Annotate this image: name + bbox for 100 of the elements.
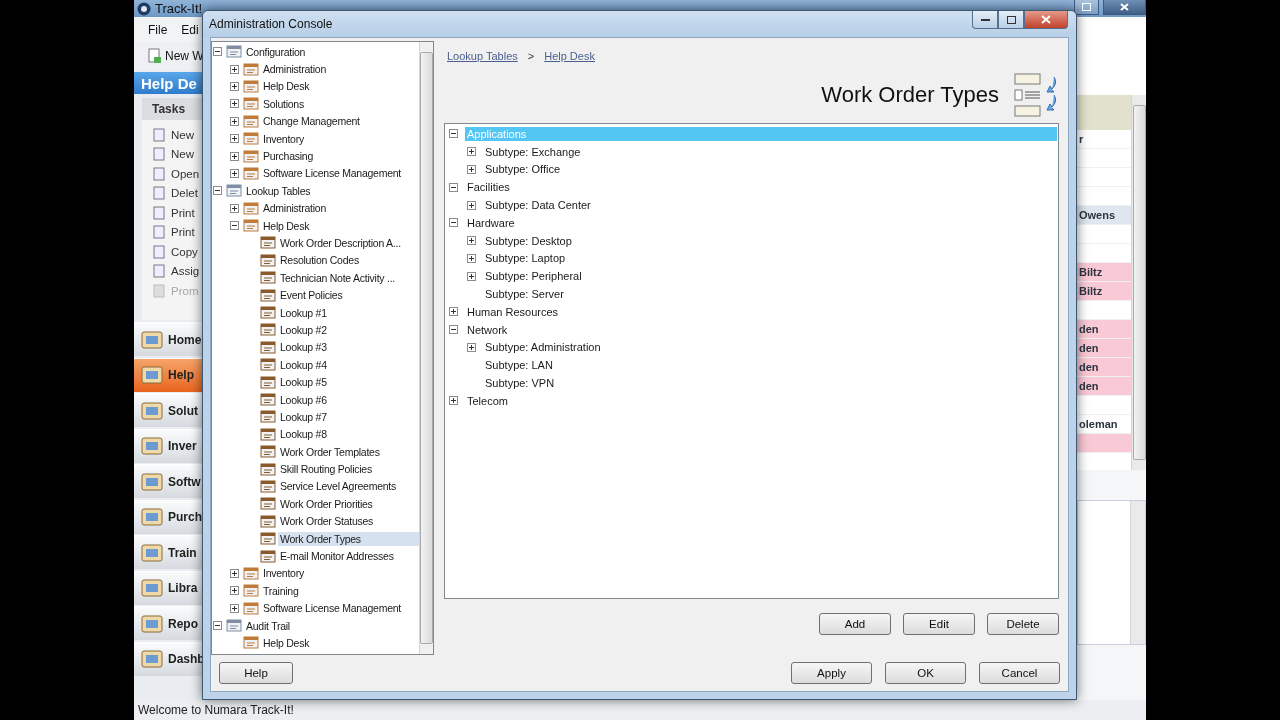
expand-icon[interactable] bbox=[467, 271, 476, 281]
tree-item[interactable]: Subtype: Exchange bbox=[483, 144, 583, 159]
table-row[interactable]: den bbox=[1077, 377, 1131, 396]
module-button[interactable]: Libra bbox=[134, 570, 202, 605]
tree-item[interactable]: Technician Note Activity ... bbox=[278, 270, 397, 285]
module-button[interactable]: Solut bbox=[134, 393, 202, 427]
menu-item[interactable]: Edi bbox=[181, 22, 199, 37]
expand-icon[interactable] bbox=[467, 147, 476, 157]
tree-item[interactable]: Lookup #1 bbox=[278, 305, 329, 320]
scrollbar[interactable] bbox=[1130, 501, 1145, 644]
help-button[interactable]: Help bbox=[219, 662, 293, 684]
tree-item[interactable]: Work Order Statuses bbox=[278, 514, 376, 529]
expand-icon[interactable] bbox=[467, 165, 476, 174]
expand-icon[interactable] bbox=[467, 236, 476, 246]
tree-item[interactable]: Subtype: Office bbox=[483, 162, 562, 177]
module-button[interactable]: Repo bbox=[134, 606, 202, 640]
minimize-button[interactable] bbox=[972, 11, 998, 29]
module-button[interactable]: Purch bbox=[134, 499, 202, 534]
tree-item[interactable]: Administration bbox=[261, 62, 329, 77]
tree-item[interactable]: Hardware bbox=[465, 215, 517, 230]
tree-item[interactable]: Training bbox=[261, 583, 301, 598]
task-link[interactable]: Print bbox=[171, 226, 195, 239]
close-button[interactable] bbox=[1024, 11, 1068, 29]
action-button[interactable]: Delete bbox=[987, 613, 1059, 635]
tree-item[interactable]: E-mail Monitor Addresses bbox=[278, 549, 396, 563]
table-row[interactable]: Biltz bbox=[1077, 282, 1131, 301]
expand-icon[interactable] bbox=[230, 81, 239, 91]
tree-item[interactable]: Network bbox=[465, 322, 510, 337]
task-link[interactable]: New bbox=[171, 148, 194, 161]
tree-item[interactable]: Work Order Description A... bbox=[278, 236, 403, 250]
dialog-button[interactable]: Apply bbox=[791, 662, 872, 684]
tree-item[interactable]: Purchasing bbox=[261, 149, 316, 164]
tree-item[interactable]: Lookup #2 bbox=[278, 322, 329, 337]
tree-item[interactable]: Help Desk bbox=[261, 79, 312, 94]
tree-item[interactable]: Administration bbox=[261, 201, 329, 216]
tree-item[interactable]: Help Desk bbox=[261, 218, 312, 233]
tree-item[interactable]: Software License Management bbox=[261, 166, 403, 181]
tree-item[interactable]: Human Resources bbox=[465, 304, 561, 319]
table-row[interactable]: Biltz bbox=[1077, 263, 1131, 282]
breadcrumb-link[interactable]: Help Desk bbox=[544, 50, 595, 62]
expand-icon[interactable] bbox=[449, 307, 458, 317]
dialog-button[interactable]: OK bbox=[885, 662, 966, 684]
task-link[interactable]: Copy bbox=[171, 245, 198, 258]
tree-item[interactable]: Inventory bbox=[261, 566, 306, 581]
scrollbar[interactable] bbox=[419, 42, 433, 654]
expand-icon[interactable] bbox=[230, 99, 239, 109]
close-button[interactable] bbox=[1103, 0, 1146, 15]
expand-icon[interactable] bbox=[467, 342, 476, 352]
tree-item[interactable]: Skill Routing Policies bbox=[278, 462, 374, 477]
tree-item[interactable]: Software License Management bbox=[261, 601, 403, 616]
tree-item[interactable]: Resolution Codes bbox=[278, 253, 361, 268]
tree-item[interactable]: Change Management bbox=[261, 114, 362, 129]
tree-item[interactable]: Subtype: Laptop bbox=[483, 251, 568, 266]
task-link[interactable]: Print bbox=[171, 206, 195, 219]
table-row[interactable]: Owens bbox=[1077, 206, 1131, 225]
expand-icon[interactable] bbox=[230, 116, 239, 126]
task-link[interactable]: Assig bbox=[171, 265, 200, 278]
module-button[interactable]: Train bbox=[134, 535, 202, 569]
expand-icon[interactable] bbox=[230, 151, 239, 161]
task-link[interactable]: New bbox=[171, 128, 194, 141]
scrollbar[interactable] bbox=[1131, 95, 1146, 470]
tree-item[interactable]: Lookup #8 bbox=[278, 427, 329, 442]
expand-icon[interactable] bbox=[230, 586, 239, 596]
tree-item[interactable]: Subtype: Peripheral bbox=[483, 269, 584, 284]
module-button[interactable]: Home bbox=[134, 322, 202, 356]
tree-item[interactable]: Subtype: VPN bbox=[483, 376, 557, 391]
tree-item[interactable]: Lookup #5 bbox=[278, 375, 329, 390]
expand-icon[interactable] bbox=[467, 253, 476, 263]
tree-item[interactable]: Subtype: LAN bbox=[483, 358, 555, 373]
collapse-icon[interactable] bbox=[213, 621, 222, 631]
expand-icon[interactable] bbox=[230, 568, 239, 578]
dialog-button[interactable]: Cancel bbox=[979, 662, 1060, 684]
task-link[interactable]: Open bbox=[171, 167, 200, 180]
expand-icon[interactable] bbox=[230, 603, 239, 613]
tree-item[interactable]: Audit Trail bbox=[244, 618, 292, 633]
expand-icon[interactable] bbox=[230, 134, 239, 144]
tree-item[interactable]: Work Order Templates bbox=[278, 444, 382, 459]
collapse-icon[interactable] bbox=[449, 325, 458, 335]
tree-item[interactable]: Work Order Priorities bbox=[278, 496, 375, 511]
expand-icon[interactable] bbox=[230, 64, 239, 74]
tree-item[interactable]: Lookup #6 bbox=[278, 392, 329, 407]
tree-item[interactable]: Facilities bbox=[465, 180, 512, 195]
tree-item[interactable]: Subtype: Administration bbox=[483, 340, 603, 355]
tree-item[interactable]: Lookup #4 bbox=[278, 357, 329, 372]
tree-item[interactable]: Telecom bbox=[465, 393, 510, 408]
tree-item[interactable]: Configuration bbox=[244, 44, 308, 59]
table-row[interactable]: den bbox=[1077, 358, 1131, 377]
collapse-icon[interactable] bbox=[230, 221, 239, 231]
table-row[interactable]: den bbox=[1077, 339, 1131, 358]
menu-item[interactable]: File bbox=[148, 22, 168, 37]
collapse-icon[interactable] bbox=[213, 47, 222, 57]
tree-item[interactable]: Event Policies bbox=[278, 288, 345, 303]
task-link[interactable]: Delet bbox=[171, 187, 198, 200]
tree-item[interactable]: Subtype: Server bbox=[483, 287, 566, 302]
expand-icon[interactable] bbox=[449, 396, 458, 406]
tree-item[interactable]: Help Desk bbox=[261, 635, 312, 650]
action-button[interactable]: Add bbox=[819, 613, 891, 635]
tree-item[interactable]: Work Order Types bbox=[278, 531, 419, 546]
tree-item[interactable]: Lookup #7 bbox=[278, 409, 329, 424]
tasks-tab[interactable]: Tasks bbox=[142, 98, 202, 120]
